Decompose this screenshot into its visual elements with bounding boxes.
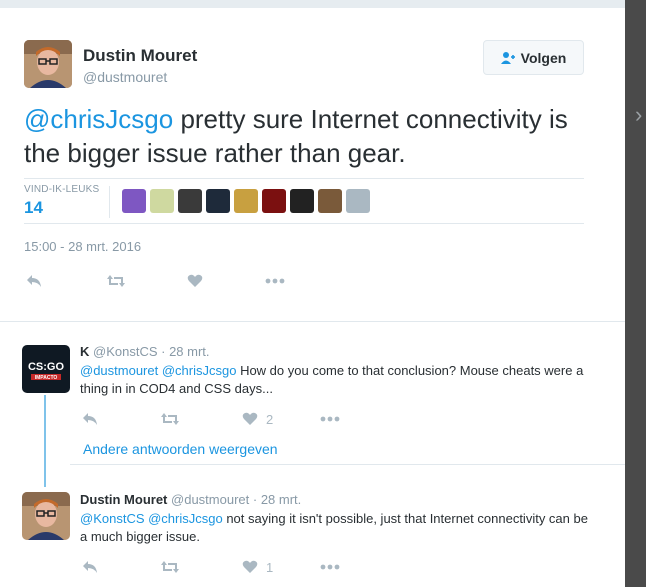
reply2-time[interactable]: 28 mrt. [261,492,301,507]
liker-avatar[interactable] [234,189,258,213]
liker-avatar[interactable] [206,189,230,213]
reply2-retweet-button[interactable] [160,558,180,576]
main-retweet-button[interactable] [106,272,126,290]
more-dots-icon [320,416,340,422]
main-author-avatar[interactable] [24,40,72,88]
liker-avatars [122,189,370,213]
liker-avatar[interactable] [150,189,174,213]
liker-avatar[interactable] [178,189,202,213]
main-author-handle[interactable]: @dustmouret [83,69,167,85]
main-like-button[interactable] [187,272,203,290]
conversation-divider [0,321,625,322]
reply-icon [83,561,97,573]
likes-count[interactable]: 14 [24,198,43,218]
reply2-text: @KonstCS @chrisJcsgo not saying it isn't… [80,510,590,546]
reply1-retweet-button[interactable] [160,410,180,428]
reply-icon [83,413,97,425]
chevron-right-icon[interactable]: › [635,104,642,126]
reply2-author-name[interactable]: Dustin Mouret [80,492,167,507]
main-author-name[interactable]: Dustin Mouret [83,46,197,66]
reply1-avatar[interactable]: CS:GO IMPACTO [22,345,70,393]
retweet-icon [107,275,125,287]
reply1-header: K @KonstCS · 28 mrt. [80,344,210,359]
more-replies-divider [70,464,625,465]
reply-icon [27,275,41,287]
heart-icon [242,560,258,573]
heart-icon [242,412,258,425]
main-tweet-mention[interactable]: @chrisJcsgo [24,104,173,134]
main-tweet-text: @chrisJcsgo pretty sure Internet connect… [24,102,594,170]
reply1-avatar-logo: CS:GO [28,361,65,373]
likes-label: VIND-IK-LEUKS [24,184,100,195]
liker-avatar[interactable] [262,189,286,213]
more-dots-icon [320,564,340,570]
reply2-avatar[interactable] [22,492,70,540]
more-dots-icon [265,278,285,284]
main-tweet-timestamp[interactable]: 15:00 - 28 mrt. 2016 [24,239,141,254]
reply2-more-button[interactable] [320,558,340,576]
reply1-author-handle[interactable]: @KonstCS [93,344,158,359]
reply2-like-count: 1 [266,559,274,575]
reply1-text: @dustmouret @chrisJcsgo How do you come … [80,362,590,398]
reply2-header: Dustin Mouret @dustmouret · 28 mrt. [80,492,302,507]
follow-button[interactable]: Volgen [483,40,584,75]
reply1-reply-button[interactable] [82,410,98,428]
main-more-button[interactable] [265,272,285,290]
stats-divider-top [24,178,584,179]
retweet-icon [161,561,179,573]
reply1-author-name[interactable]: K [80,344,89,359]
liker-avatar[interactable] [290,189,314,213]
stats-divider-bottom [24,223,584,224]
reply2-like-button[interactable]: 1 [242,558,273,576]
reply1-time[interactable]: 28 mrt. [169,344,209,359]
reply1-more-button[interactable] [320,410,340,428]
follow-label: Volgen [520,49,567,66]
reply1-like-count: 2 [266,411,274,427]
right-scroll-rail [625,0,646,587]
reply2-author-handle[interactable]: @dustmouret [171,492,249,507]
reply2-reply-button[interactable] [82,558,98,576]
retweet-icon [161,413,179,425]
add-user-icon [500,51,515,65]
reply2-mentions[interactable]: @KonstCS @chrisJcsgo [80,511,223,526]
reply1-mentions[interactable]: @dustmouret @chrisJcsgo [80,363,236,378]
show-more-replies-link[interactable]: Andere antwoorden weergeven [83,441,278,457]
reply1-like-button[interactable]: 2 [242,410,273,428]
heart-icon [187,274,203,287]
liker-avatar[interactable] [122,189,146,213]
stats-separator [109,186,110,218]
thread-line [44,395,46,487]
liker-avatar[interactable] [318,189,342,213]
reply1-avatar-subtext: IMPACTO [35,375,58,381]
main-reply-button[interactable] [26,272,42,290]
liker-avatar[interactable] [346,189,370,213]
